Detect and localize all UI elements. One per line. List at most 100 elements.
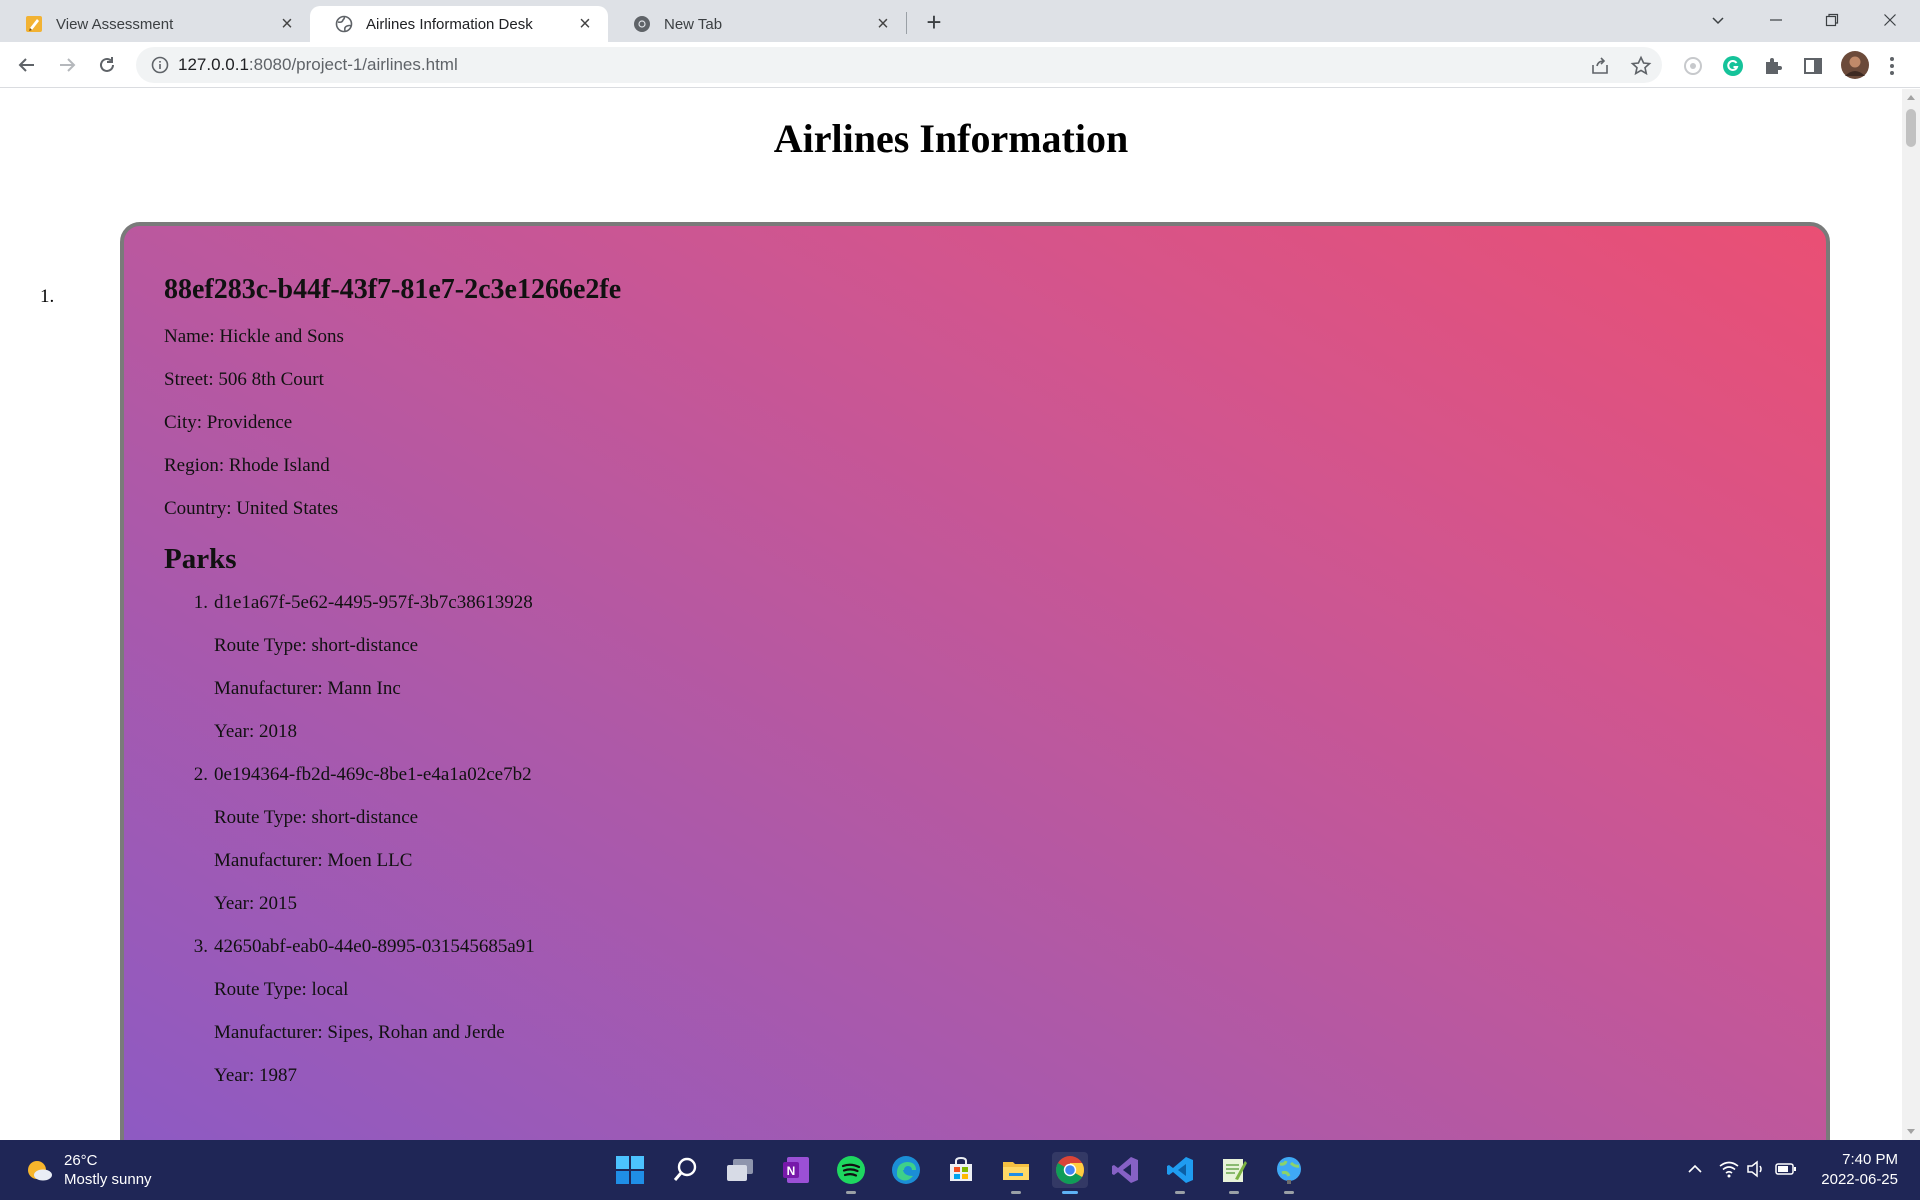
edge-button[interactable] bbox=[888, 1152, 924, 1188]
forward-arrow-icon bbox=[60, 58, 76, 72]
tab-strip: View Assessment × Airlines Information D… bbox=[0, 0, 1920, 42]
page-viewport: Airlines Information 1. 88ef283c-b44f-43… bbox=[0, 89, 1902, 1140]
active-indicator bbox=[1062, 1191, 1078, 1194]
new-tab-button[interactable]: + bbox=[920, 9, 948, 37]
scroll-thumb[interactable] bbox=[1906, 109, 1916, 147]
show-hidden-icons-chevron-icon[interactable] bbox=[1684, 1158, 1706, 1180]
park-route-type: Route Type: local bbox=[214, 979, 349, 1000]
url-host: 127.0.0.1 bbox=[178, 55, 249, 74]
close-window-button[interactable] bbox=[1868, 4, 1912, 36]
running-indicator bbox=[1175, 1191, 1185, 1194]
back-arrow-icon bbox=[18, 58, 34, 72]
back-button[interactable] bbox=[12, 50, 42, 80]
restore-button[interactable] bbox=[1810, 4, 1854, 36]
grammarly-icon[interactable] bbox=[1721, 54, 1745, 78]
park-id: 0e194364-fb2d-469c-8be1-e4a1a02ce7b2 bbox=[214, 764, 532, 785]
svg-text:N: N bbox=[787, 1164, 796, 1178]
folder-icon bbox=[1003, 1162, 1029, 1180]
airline-street: Street: 506 8th Court bbox=[164, 369, 324, 390]
url-text[interactable]: 127.0.0.1:8080/project-1/airlines.html bbox=[178, 55, 458, 75]
forward-button[interactable] bbox=[52, 50, 82, 80]
extensions-puzzle-icon[interactable] bbox=[1761, 54, 1785, 78]
tab-separator bbox=[906, 12, 907, 34]
running-indicator bbox=[1011, 1191, 1021, 1194]
running-indicator bbox=[1229, 1191, 1239, 1194]
airline-country: Country: United States bbox=[164, 498, 339, 519]
park-item: 1. d1e1a67f-5e62-4495-957f-3b7c38613928 R… bbox=[194, 592, 621, 764]
wifi-icon[interactable] bbox=[1718, 1158, 1740, 1180]
park-manufacturer: Manufacturer: Mann Inc bbox=[214, 678, 401, 699]
tab-airlines-information-desk[interactable]: Airlines Information Desk × bbox=[310, 6, 608, 42]
visual-studio-icon bbox=[1112, 1157, 1138, 1183]
windows-logo-icon bbox=[616, 1156, 644, 1184]
globe-icon bbox=[334, 14, 354, 34]
store-icon bbox=[950, 1156, 972, 1181]
close-tab-icon[interactable]: × bbox=[278, 14, 296, 34]
browser-toolbar: 127.0.0.1:8080/project-1/airlines.html bbox=[0, 42, 1920, 88]
park-year: Year: 1987 bbox=[214, 1065, 298, 1086]
reload-button[interactable] bbox=[92, 50, 122, 80]
site-info-icon[interactable] bbox=[150, 55, 170, 75]
bookmark-star-icon[interactable] bbox=[1630, 55, 1652, 77]
park-item: 3. 42650abf-eab0-44e0-8995-031545685a91 R… bbox=[194, 936, 621, 1108]
side-panel-icon[interactable] bbox=[1801, 54, 1825, 78]
edit-doc-icon bbox=[24, 14, 44, 34]
tab-title: View Assessment bbox=[56, 15, 174, 33]
onenote-button[interactable]: N bbox=[778, 1152, 814, 1188]
globe-app-button[interactable] bbox=[1271, 1152, 1307, 1194]
spotify-button[interactable] bbox=[833, 1152, 869, 1194]
airline-id: 88ef283c-b44f-43f7-81e7-2c3e1266e2fe bbox=[164, 274, 622, 305]
system-clock[interactable]: 7:40 PM 2022-06-25 bbox=[1808, 1150, 1898, 1190]
close-tab-icon[interactable]: × bbox=[576, 14, 594, 34]
url-path: :8080/project-1/airlines.html bbox=[248, 55, 458, 74]
start-button[interactable] bbox=[612, 1152, 648, 1188]
vscode-icon bbox=[1167, 1157, 1193, 1183]
globe-app-icon bbox=[1277, 1157, 1301, 1184]
visual-studio-button[interactable] bbox=[1107, 1152, 1143, 1188]
clock-time: 7:40 PM bbox=[1842, 1151, 1898, 1168]
tab-new-tab[interactable]: New Tab × bbox=[608, 6, 906, 42]
vscode-button[interactable] bbox=[1162, 1152, 1198, 1194]
park-number: 3. bbox=[193, 936, 208, 957]
parks-list: 1. d1e1a67f-5e62-4495-957f-3b7c38613928 R… bbox=[194, 592, 621, 1108]
airline-region: Region: Rhode Island bbox=[164, 455, 330, 476]
park-route-type: Route Type: short-distance bbox=[214, 635, 419, 656]
tab-search-chevron-icon[interactable] bbox=[1696, 4, 1740, 36]
scroll-down-arrow-icon[interactable] bbox=[1907, 1129, 1915, 1134]
clock-date: 2022-06-25 bbox=[1821, 1171, 1898, 1188]
vertical-scrollbar[interactable] bbox=[1902, 89, 1920, 1140]
park-id: d1e1a67f-5e62-4495-957f-3b7c38613928 bbox=[214, 592, 533, 613]
chrome-menu-icon[interactable] bbox=[1880, 54, 1904, 78]
parks-heading: Parks bbox=[164, 543, 237, 575]
running-indicator bbox=[1284, 1191, 1294, 1194]
battery-icon[interactable] bbox=[1775, 1158, 1797, 1180]
tab-title: New Tab bbox=[664, 15, 723, 33]
park-year: Year: 2018 bbox=[214, 721, 298, 742]
edge-icon bbox=[892, 1156, 920, 1184]
chrome-taskbar-button[interactable] bbox=[1052, 1152, 1088, 1194]
search-button[interactable] bbox=[668, 1152, 704, 1188]
file-explorer-button[interactable] bbox=[998, 1152, 1034, 1194]
windows-taskbar: 26°C Mostly sunny N 7:40 PM 2022-06-25 bbox=[0, 1140, 1920, 1200]
minimize-button[interactable] bbox=[1754, 4, 1798, 36]
microsoft-store-button[interactable] bbox=[943, 1152, 979, 1188]
park-item: 2. 0e194364-fb2d-469c-8be1-e4a1a02ce7b2 R… bbox=[194, 764, 621, 936]
task-view-icon bbox=[727, 1159, 753, 1181]
extension-loading-icon[interactable] bbox=[1681, 54, 1705, 78]
airline-name: Name: Hickle and Sons bbox=[164, 326, 344, 347]
onenote-icon: N bbox=[783, 1157, 809, 1183]
volume-icon[interactable] bbox=[1745, 1158, 1767, 1180]
notepad-plus-plus-button[interactable] bbox=[1216, 1152, 1252, 1194]
profile-avatar[interactable] bbox=[1840, 50, 1870, 80]
tab-title: Airlines Information Desk bbox=[366, 15, 533, 33]
address-bar[interactable]: 127.0.0.1:8080/project-1/airlines.html bbox=[136, 47, 1662, 83]
scroll-up-arrow-icon[interactable] bbox=[1907, 95, 1915, 100]
close-tab-icon[interactable]: × bbox=[874, 14, 892, 34]
share-icon[interactable] bbox=[1589, 55, 1611, 77]
park-route-type: Route Type: short-distance bbox=[214, 807, 419, 828]
weather-temp: 26°C bbox=[64, 1152, 98, 1169]
tab-view-assessment[interactable]: View Assessment × bbox=[0, 6, 310, 42]
weather-widget[interactable]: 26°C Mostly sunny bbox=[24, 1151, 152, 1189]
park-number: 1. bbox=[193, 592, 208, 613]
task-view-button[interactable] bbox=[722, 1152, 758, 1188]
